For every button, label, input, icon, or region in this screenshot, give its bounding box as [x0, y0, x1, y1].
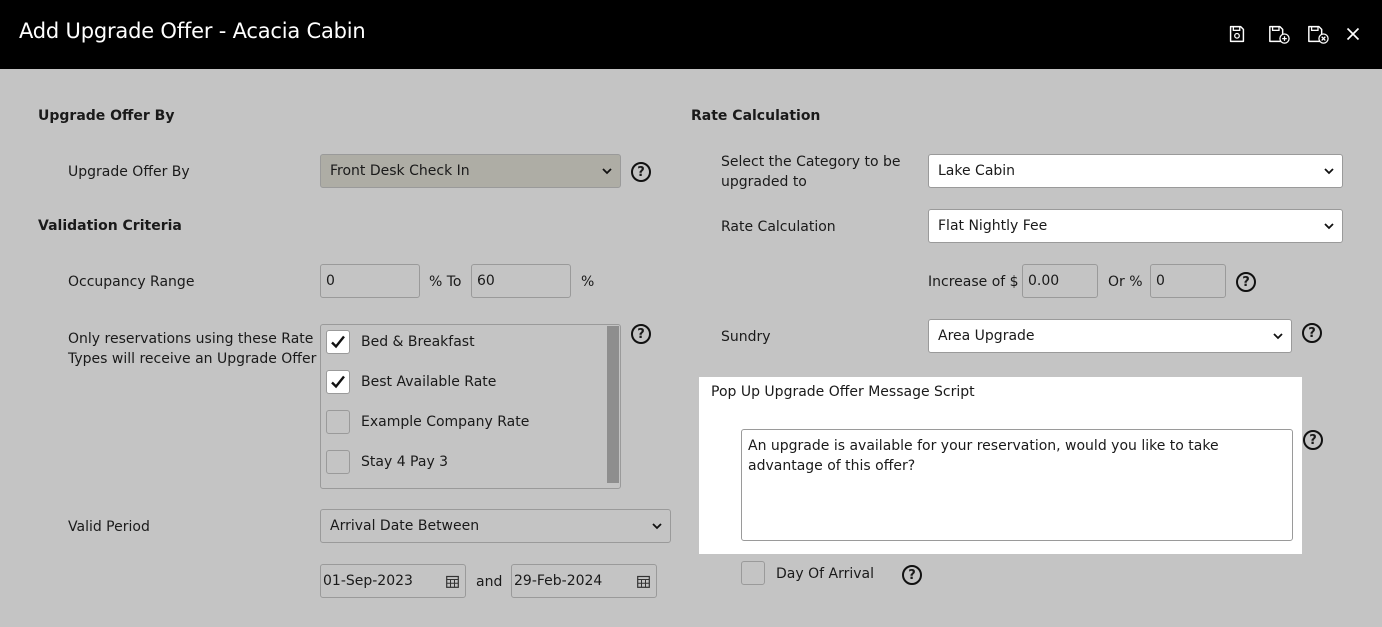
increase-percent-input[interactable]: 0 [1150, 264, 1226, 298]
sundry-help-icon[interactable]: ? [1302, 323, 1322, 343]
popup-message-title: Pop Up Upgrade Offer Message Script [711, 384, 975, 400]
rate-type-item[interactable]: Stay 4 Pay 3 [326, 449, 448, 475]
upgrade-offer-by-section-title: Upgrade Offer By [38, 108, 175, 124]
rate-types-scrollbar[interactable] [607, 326, 619, 483]
save-close-icon [1308, 25, 1329, 44]
sundry-value: Area Upgrade [938, 328, 1035, 344]
chevron-down-icon [602, 168, 612, 175]
save-button[interactable] [1225, 22, 1249, 46]
day-of-arrival-help-icon[interactable]: ? [902, 565, 922, 585]
rate-calculation-value: Flat Nightly Fee [938, 218, 1048, 234]
chevron-down-icon [652, 523, 662, 530]
occupancy-to-input[interactable]: 60 [471, 264, 571, 298]
checkmark-icon [331, 335, 345, 349]
popup-message-textarea[interactable]: An upgrade is available for your reserva… [741, 429, 1293, 541]
or-percent-label: Or % [1108, 274, 1143, 290]
popup-message-help-icon[interactable]: ? [1303, 430, 1323, 450]
upgrade-offer-by-label: Upgrade Offer By [68, 164, 190, 180]
save-new-button[interactable] [1265, 22, 1293, 46]
date-from-value: 01-Sep-2023 [323, 573, 413, 589]
category-value: Lake Cabin [938, 163, 1016, 179]
category-select[interactable]: Lake Cabin [928, 154, 1343, 188]
sundry-label: Sundry [721, 329, 771, 345]
occupancy-from-input[interactable]: 0 [320, 264, 420, 298]
chevron-down-icon [1273, 333, 1283, 340]
upgrade-offer-by-value: Front Desk Check In [330, 163, 470, 179]
rate-type-label: Best Available Rate [361, 374, 497, 390]
occupancy-range-label: Occupancy Range [68, 274, 195, 290]
checkmark-icon [331, 375, 345, 389]
save-new-icon [1269, 25, 1290, 44]
day-of-arrival-checkbox[interactable] [741, 561, 765, 585]
sundry-select[interactable]: Area Upgrade [928, 319, 1292, 353]
rate-type-item[interactable]: Example Company Rate [326, 409, 529, 435]
close-icon [1346, 27, 1360, 41]
calendar-icon[interactable] [637, 575, 650, 588]
increase-dollar-input[interactable]: 0.00 [1022, 264, 1098, 298]
rate-type-checkbox[interactable] [326, 450, 350, 474]
upgrade-offer-by-help-icon[interactable]: ? [631, 162, 651, 182]
valid-period-label: Valid Period [68, 519, 150, 535]
rate-types-label-line-2: Types will receive an Upgrade Offer [68, 351, 317, 367]
rate-types-help-icon[interactable]: ? [631, 324, 651, 344]
date-to-value: 29-Feb-2024 [514, 573, 603, 589]
category-label-line-1: Select the Category to be [721, 154, 901, 170]
increase-help-icon[interactable]: ? [1236, 272, 1256, 292]
rate-types-label-line-1: Only reservations using these Rate [68, 331, 314, 347]
date-and-label: and [476, 574, 503, 590]
rate-type-label: Example Company Rate [361, 414, 530, 430]
increase-dollar-label: Increase of $ [928, 274, 1019, 290]
save-close-button[interactable] [1304, 22, 1332, 46]
occupancy-percent-suffix: % [581, 274, 595, 290]
rate-types-list[interactable]: Bed & Breakfast Best Available Rate Exam… [320, 324, 621, 489]
category-label-line-2: upgraded to [721, 174, 807, 190]
rate-calculation-section-title: Rate Calculation [691, 108, 821, 124]
rate-type-label: Bed & Breakfast [361, 334, 475, 350]
rate-type-checkbox[interactable] [326, 410, 350, 434]
rate-type-item[interactable]: Best Available Rate [326, 369, 496, 395]
window-title: Add Upgrade Offer - Acacia Cabin [19, 19, 366, 43]
rate-type-item[interactable]: Bed & Breakfast [326, 329, 475, 355]
upgrade-offer-by-select[interactable]: Front Desk Check In [320, 154, 621, 188]
rate-type-checkbox[interactable] [326, 330, 350, 354]
validation-criteria-section-title: Validation Criteria [38, 218, 182, 234]
rate-type-label: Stay 4 Pay 3 [361, 454, 449, 470]
valid-period-select[interactable]: Arrival Date Between [320, 509, 671, 543]
window-header: Add Upgrade Offer - Acacia Cabin [0, 0, 1382, 69]
occupancy-to-label: % To [429, 274, 462, 290]
chevron-down-icon [1324, 168, 1334, 175]
valid-period-value: Arrival Date Between [330, 518, 480, 534]
close-button[interactable] [1341, 22, 1365, 46]
date-to-input[interactable]: 29-Feb-2024 [511, 564, 657, 598]
rate-calculation-label: Rate Calculation [721, 219, 836, 235]
chevron-down-icon [1324, 223, 1334, 230]
date-from-input[interactable]: 01-Sep-2023 [320, 564, 466, 598]
day-of-arrival-label: Day Of Arrival [776, 566, 874, 582]
rate-type-checkbox[interactable] [326, 370, 350, 394]
rate-calculation-select[interactable]: Flat Nightly Fee [928, 209, 1343, 243]
save-icon [1229, 25, 1245, 43]
calendar-icon[interactable] [446, 575, 459, 588]
